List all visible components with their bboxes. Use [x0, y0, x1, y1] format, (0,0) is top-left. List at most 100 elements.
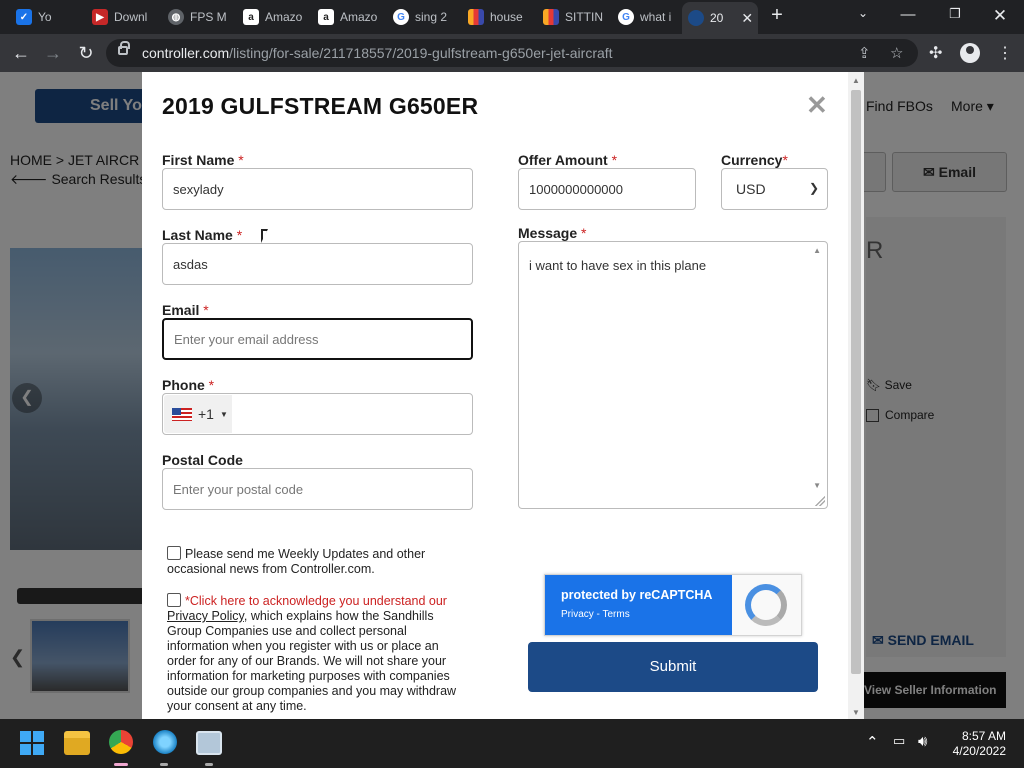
privacy-policy-link[interactable]: Privacy Policy: [167, 609, 244, 623]
browser-tab-5[interactable]: a Amazo: [312, 4, 384, 30]
amazon-icon: a: [318, 9, 334, 25]
email-label: Email *: [162, 302, 209, 318]
recaptcha-text: protected by reCAPTCHA: [561, 588, 713, 602]
postal-code-input[interactable]: [162, 468, 473, 510]
bar-icon: [543, 9, 559, 25]
resize-grip-icon[interactable]: [815, 496, 825, 506]
browser-tab-4[interactable]: a Amazo: [237, 4, 309, 30]
close-window-button[interactable]: ✕: [990, 6, 1010, 26]
browser-tab-1[interactable]: ✓ Yo: [10, 4, 82, 30]
extensions-icon[interactable]: ✣: [929, 43, 942, 63]
tab-label: house: [490, 10, 523, 24]
browser-tab-6[interactable]: G sing 2: [387, 4, 459, 30]
offer-modal: 2019 GULFSTREAM G650ER ✕ First Name * La…: [142, 72, 848, 719]
close-tab-icon[interactable]: ✕: [741, 10, 753, 27]
message-textarea[interactable]: i want to have sex in this plane ▲ ▼: [518, 241, 828, 509]
tab-label: Downl: [114, 10, 148, 24]
browser-tab-strip: ✓ Yo ▶ Downl ◍ FPS M a Amazo a Amazo G s…: [0, 0, 1024, 34]
scroll-down-icon[interactable]: ▼: [813, 481, 821, 490]
tab-label: Amazo: [265, 10, 303, 24]
currency-select[interactable]: USD ❯: [721, 168, 828, 210]
first-name-label-text: First Name: [162, 152, 235, 168]
globe-icon: ◍: [168, 9, 184, 25]
kebab-menu-icon[interactable]: ⋮: [997, 43, 1013, 63]
url-host: controller.com: [142, 45, 230, 61]
close-icon[interactable]: ✕: [806, 90, 828, 121]
recaptcha-links[interactable]: Privacy - Terms: [561, 609, 630, 620]
chrome-icon[interactable]: [109, 730, 133, 754]
bookmark-star-icon[interactable]: ☆: [890, 44, 903, 62]
scrollbar-thumb[interactable]: [851, 90, 861, 674]
weekly-updates-row: Please send me Weekly Updates and other …: [167, 546, 457, 577]
currency-value: USD: [736, 181, 766, 197]
submit-button[interactable]: Submit: [528, 642, 818, 692]
offer-amount-input[interactable]: [518, 168, 696, 210]
browser-tab-active[interactable]: 20 ✕: [682, 2, 758, 34]
profile-avatar-icon[interactable]: [960, 43, 980, 63]
google-icon: G: [393, 9, 409, 25]
chevron-up-icon[interactable]: ⌃: [866, 733, 879, 751]
last-name-input[interactable]: [162, 243, 473, 285]
active-app-indicator: [114, 763, 128, 766]
currency-label-text: Currency: [721, 152, 783, 168]
reload-button[interactable]: ↻: [75, 42, 97, 64]
browser-tab-2[interactable]: ▶ Downl: [86, 4, 158, 30]
postal-code-label: Postal Code: [162, 452, 243, 468]
mail-check-icon: ✓: [16, 9, 32, 25]
us-flag-icon: [172, 407, 192, 421]
first-name-input[interactable]: [162, 168, 473, 210]
windows-start-icon[interactable]: [20, 731, 46, 755]
privacy-consent-checkbox[interactable]: [167, 593, 181, 607]
back-button[interactable]: ←: [10, 42, 32, 64]
new-tab-button[interactable]: +: [766, 5, 788, 27]
edge-icon[interactable]: [153, 730, 177, 754]
clock-time: 8:57 AM: [961, 729, 1006, 743]
recaptcha-panel: protected by reCAPTCHA Privacy - Terms: [545, 575, 732, 635]
modal-title: 2019 GULFSTREAM G650ER: [162, 93, 479, 119]
minimize-button[interactable]: —: [898, 6, 918, 23]
volume-icon[interactable]: 🔊︎: [918, 733, 927, 750]
recaptcha-badge[interactable]: protected by reCAPTCHA Privacy - Terms: [544, 574, 802, 636]
file-explorer-icon[interactable]: [64, 731, 90, 755]
photos-app-icon[interactable]: [196, 731, 222, 755]
phone-input[interactable]: +1 ▼: [162, 393, 473, 435]
browser-tab-9[interactable]: G what i: [612, 4, 684, 30]
phone-label-text: Phone: [162, 377, 205, 393]
required-mark: *: [611, 152, 618, 168]
url-text[interactable]: controller.com/listing/for-sale/21171855…: [142, 45, 613, 61]
bar-icon: [468, 9, 484, 25]
required-mark: *: [581, 225, 587, 241]
system-clock[interactable]: 8:57 AM 4/20/2022: [946, 729, 1006, 759]
browser-tab-8[interactable]: SITTIN: [537, 4, 609, 30]
app-indicator: [160, 763, 168, 766]
currency-label: Currency*: [721, 152, 788, 168]
mouse-cursor-icon: [261, 229, 268, 243]
scroll-down-icon[interactable]: ▼: [852, 708, 860, 717]
tab-label: Amazo: [340, 10, 378, 24]
last-name-label-text: Last Name: [162, 227, 233, 243]
chevron-down-icon: ❯: [808, 181, 819, 195]
scroll-up-icon[interactable]: ▲: [852, 76, 860, 85]
country-code-select[interactable]: +1 ▼: [164, 395, 232, 433]
tab-label: Yo: [38, 10, 52, 24]
weekly-updates-checkbox[interactable]: [167, 546, 181, 560]
required-mark: *: [238, 152, 244, 168]
required-mark: *: [203, 302, 209, 318]
restore-button[interactable]: ❐: [945, 6, 965, 22]
tab-search-icon[interactable]: ⌄: [853, 6, 873, 20]
browser-tab-3[interactable]: ◍ FPS M: [162, 4, 234, 30]
url-path: /listing/for-sale/211718557/2019-gulfstr…: [229, 45, 613, 61]
lock-icon: [118, 41, 130, 55]
page-scrollbar[interactable]: ▲ ▼: [848, 72, 864, 719]
forward-button[interactable]: →: [42, 42, 64, 64]
browser-tab-7[interactable]: house: [462, 4, 534, 30]
email-input[interactable]: [162, 318, 473, 360]
scroll-up-icon[interactable]: ▲: [813, 246, 821, 255]
share-icon[interactable]: ⇪: [858, 44, 871, 62]
recaptcha-logo-icon: [745, 584, 787, 626]
phone-label: Phone *: [162, 377, 214, 393]
network-icon[interactable]: ▭: [893, 733, 905, 749]
omnibox[interactable]: controller.com/listing/for-sale/21171855…: [106, 39, 918, 67]
tab-label: sing 2: [415, 10, 448, 24]
tab-label: what i: [640, 10, 672, 24]
